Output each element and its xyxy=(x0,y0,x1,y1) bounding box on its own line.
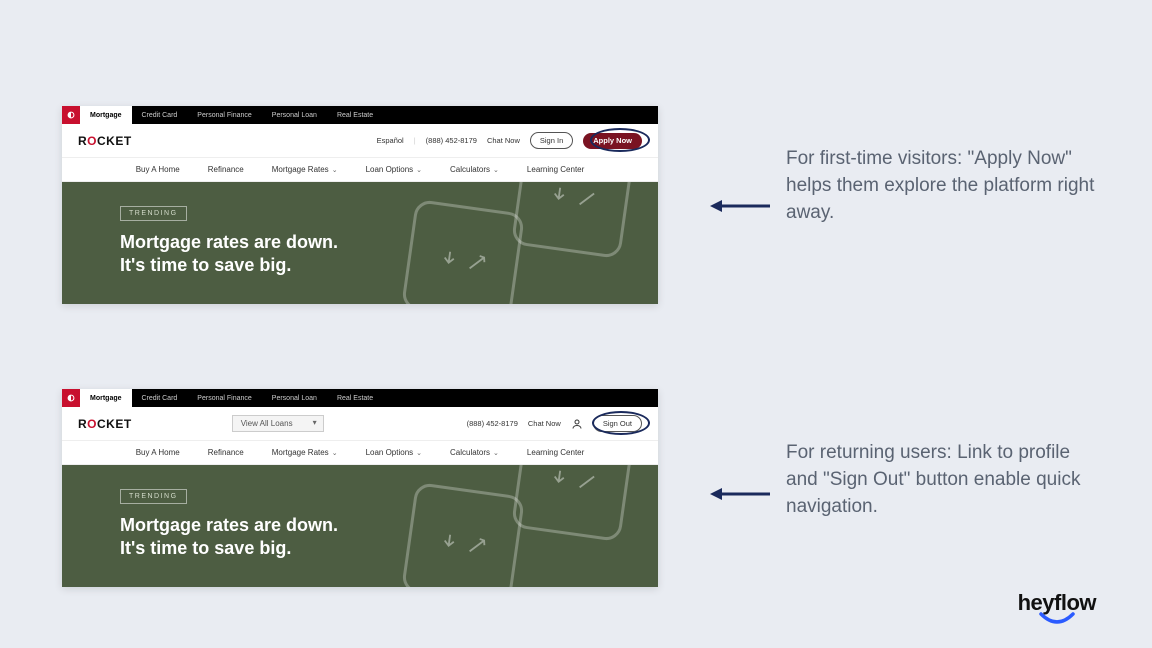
decorative-tile-icon xyxy=(401,482,525,587)
sub-nav: Buy A Home Refinance Mortgage Rates⌄ Loa… xyxy=(62,441,658,465)
tab-real-estate[interactable]: Real Estate xyxy=(327,389,383,407)
brand-logo[interactable]: ROCKET xyxy=(78,134,132,148)
phone-number[interactable]: (888) 452-8179 xyxy=(467,419,518,428)
nav-learning-center[interactable]: Learning Center xyxy=(527,448,584,457)
chat-now-link[interactable]: Chat Now xyxy=(487,136,520,145)
nav-learning-center[interactable]: Learning Center xyxy=(527,165,584,174)
smile-icon xyxy=(1037,612,1077,626)
nav-mortgage-rates[interactable]: Mortgage Rates⌄ xyxy=(272,448,338,457)
chevron-down-icon: ⌄ xyxy=(493,449,499,457)
espanol-link[interactable]: Español xyxy=(377,136,404,145)
sign-in-button[interactable]: Sign In xyxy=(530,132,573,149)
rocket-logo-icon xyxy=(62,389,80,407)
brand-logo[interactable]: ROCKET xyxy=(78,417,132,431)
trending-badge: TRENDING xyxy=(120,206,187,221)
heyflow-logo: heyflow xyxy=(1018,590,1096,626)
trending-badge: TRENDING xyxy=(120,489,187,504)
sub-nav: Buy A Home Refinance Mortgage Rates⌄ Loa… xyxy=(62,158,658,182)
rocket-logo-icon xyxy=(62,106,80,124)
top-bar: Mortgage Credit Card Personal Finance Pe… xyxy=(62,106,658,124)
annotation-returning: For returning users: Link to profile and… xyxy=(786,440,1096,521)
arrow-left-icon xyxy=(710,196,772,216)
chevron-down-icon: ⌄ xyxy=(416,166,422,174)
tab-personal-finance[interactable]: Personal Finance xyxy=(187,389,261,407)
chevron-down-icon: ⌄ xyxy=(332,166,338,174)
header-bar: ROCKET Español | (888) 452-8179 Chat Now… xyxy=(62,124,658,158)
chat-now-link[interactable]: Chat Now xyxy=(528,419,561,428)
nav-refinance[interactable]: Refinance xyxy=(208,448,244,457)
screenshot-returning-user: Mortgage Credit Card Personal Finance Pe… xyxy=(62,389,658,587)
view-all-loans-select[interactable]: View All Loans xyxy=(232,415,324,432)
chevron-down-icon: ⌄ xyxy=(416,449,422,457)
annotation-first-time: For first-time visitors: "Apply Now" hel… xyxy=(786,146,1096,227)
tab-personal-loan[interactable]: Personal Loan xyxy=(262,389,327,407)
tab-credit-card[interactable]: Credit Card xyxy=(132,389,188,407)
nav-refinance[interactable]: Refinance xyxy=(208,165,244,174)
nav-calculators[interactable]: Calculators⌄ xyxy=(450,448,499,457)
chevron-down-icon: ⌄ xyxy=(493,166,499,174)
top-bar: Mortgage Credit Card Personal Finance Pe… xyxy=(62,389,658,407)
tab-mortgage[interactable]: Mortgage xyxy=(80,106,132,124)
tab-mortgage[interactable]: Mortgage xyxy=(80,389,132,407)
user-profile-icon[interactable] xyxy=(571,418,583,430)
nav-calculators[interactable]: Calculators⌄ xyxy=(450,165,499,174)
nav-loan-options[interactable]: Loan Options⌄ xyxy=(366,165,422,174)
nav-mortgage-rates[interactable]: Mortgage Rates⌄ xyxy=(272,165,338,174)
tab-personal-loan[interactable]: Personal Loan xyxy=(262,106,327,124)
arrow-left-icon xyxy=(710,484,772,504)
nav-loan-options[interactable]: Loan Options⌄ xyxy=(366,448,422,457)
top-tabs: Mortgage Credit Card Personal Finance Pe… xyxy=(80,106,383,124)
hero-banner: TRENDING Mortgage rates are down.It's ti… xyxy=(62,182,658,304)
nav-buy-home[interactable]: Buy A Home xyxy=(136,448,180,457)
top-tabs: Mortgage Credit Card Personal Finance Pe… xyxy=(80,389,383,407)
apply-now-button[interactable]: Apply Now xyxy=(583,133,642,149)
tab-real-estate[interactable]: Real Estate xyxy=(327,106,383,124)
tab-personal-finance[interactable]: Personal Finance xyxy=(187,106,261,124)
phone-number[interactable]: (888) 452-8179 xyxy=(426,136,477,145)
hero-banner: TRENDING Mortgage rates are down.It's ti… xyxy=(62,465,658,587)
sign-out-button[interactable]: Sign Out xyxy=(593,415,642,432)
chevron-down-icon: ⌄ xyxy=(332,449,338,457)
nav-buy-home[interactable]: Buy A Home xyxy=(136,165,180,174)
screenshot-first-time: Mortgage Credit Card Personal Finance Pe… xyxy=(62,106,658,304)
tab-credit-card[interactable]: Credit Card xyxy=(132,106,188,124)
header-bar: ROCKET View All Loans (888) 452-8179 Cha… xyxy=(62,407,658,441)
decorative-tile-icon xyxy=(401,199,525,304)
